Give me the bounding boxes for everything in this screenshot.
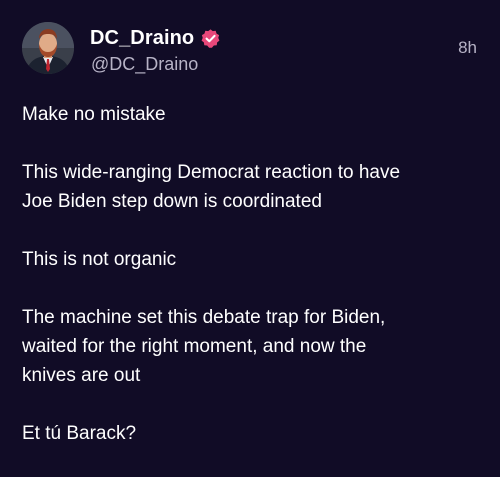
post-card: DC_Draino @DC_Draino 8h Make no mistake … [0,0,500,476]
post-body: Make no mistake This wide-ranging Democr… [22,100,484,477]
avatar-photo [22,22,74,74]
post-paragraph: This wide-ranging Democrat reaction to h… [22,162,401,212]
post-timestamp[interactable]: 8h [458,37,477,59]
post-paragraph: Make no mistake [22,104,166,125]
verified-badge-icon [200,28,221,49]
post-paragraph: The machine set this debate trap for Bid… [22,307,386,386]
author-handle[interactable]: @DC_Draino [91,53,198,75]
author-display-name[interactable]: DC_Draino [90,26,194,50]
post-paragraph: Et tú Barack? [22,423,137,444]
author-name-row[interactable]: DC_Draino [90,26,221,50]
avatar[interactable] [22,22,74,74]
post-paragraph: This is not organic [22,249,177,270]
